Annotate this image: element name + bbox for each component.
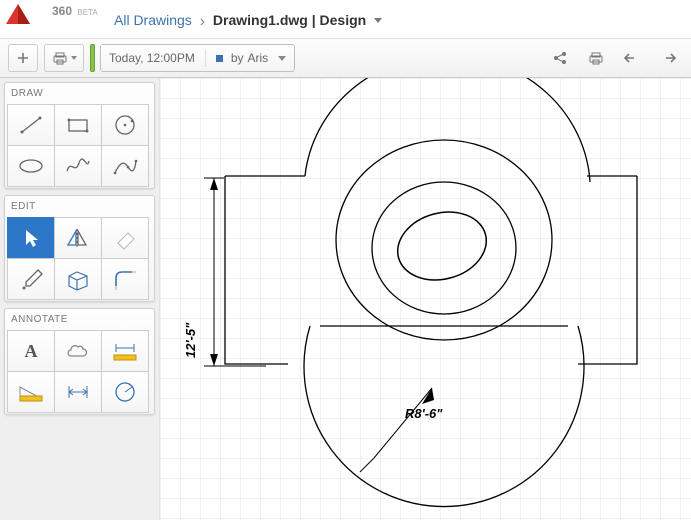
timeline-author-prefix: by <box>231 51 244 65</box>
radial-dimension-tool[interactable] <box>101 371 149 413</box>
eyedropper-icon <box>16 266 46 292</box>
app-logo <box>4 2 42 36</box>
breadcrumb-current: Drawing1.dwg | Design <box>213 12 366 28</box>
linear-dim-icon <box>110 338 140 364</box>
breadcrumb: All Drawings › Drawing1.dwg | Design <box>114 12 382 31</box>
text-icon: A <box>25 341 38 362</box>
select-tool[interactable] <box>7 217 55 259</box>
toolbar: Today, 12:00PM by Aris <box>0 38 691 78</box>
annotate-panel: ANNOTATE A <box>4 308 155 415</box>
user-color-swatch <box>216 55 223 62</box>
vertical-dimension-label: 12'-5" <box>183 323 198 358</box>
cloud-tool[interactable] <box>54 330 102 372</box>
breadcrumb-separator: › <box>200 13 205 30</box>
undo-icon <box>624 51 640 65</box>
add-button[interactable] <box>8 44 38 72</box>
plus-icon <box>16 51 30 65</box>
tool-palette: DRAW EDIT ANNOTATE <box>0 78 160 520</box>
freehand-tool[interactable] <box>54 145 102 187</box>
share-icon <box>552 50 568 66</box>
rectangle-tool[interactable] <box>54 104 102 146</box>
box-select-tool[interactable] <box>54 258 102 300</box>
breadcrumb-dropdown[interactable] <box>370 12 382 28</box>
aligned-dim-icon <box>63 379 93 405</box>
rectangle-icon <box>63 112 93 138</box>
angular-dimension-tool[interactable] <box>7 371 55 413</box>
timeline-pill[interactable]: Today, 12:00PM by Aris <box>100 44 295 72</box>
fillet-icon <box>110 266 140 292</box>
mirror-icon <box>63 225 93 251</box>
brand-beta: BETA <box>77 8 97 17</box>
draw-panel-title: DRAW <box>7 85 152 104</box>
timeline-author: Aris <box>248 51 269 65</box>
line-tool[interactable] <box>7 104 55 146</box>
printer-icon <box>588 51 604 65</box>
timeline-handle[interactable] <box>90 44 95 72</box>
cloud-icon <box>63 338 93 364</box>
drawing-canvas[interactable]: 12'-5" R8'-6" <box>160 78 691 520</box>
share-button[interactable] <box>545 44 575 72</box>
header: 360 BETA All Drawings › Drawing1.dwg | D… <box>0 0 691 38</box>
radius-dimension-label: R8'-6" <box>405 406 442 421</box>
undo-button[interactable] <box>617 44 647 72</box>
caret-down-icon <box>374 18 382 23</box>
aligned-dimension-tool[interactable] <box>54 371 102 413</box>
breadcrumb-root-link[interactable]: All Drawings <box>114 12 192 28</box>
spline-icon <box>110 153 140 179</box>
cursor-icon <box>16 225 46 251</box>
timeline-timestamp: Today, 12:00PM <box>109 51 195 65</box>
caret-down-icon <box>71 56 77 60</box>
print-button[interactable] <box>581 44 611 72</box>
ellipse-icon <box>16 153 46 179</box>
box-3d-icon <box>63 266 93 292</box>
circle-tool[interactable] <box>101 104 149 146</box>
linear-dimension-tool[interactable] <box>101 330 149 372</box>
edit-panel: EDIT <box>4 195 155 302</box>
printer-icon <box>52 51 68 65</box>
edit-panel-title: EDIT <box>7 198 152 217</box>
line-icon <box>16 112 46 138</box>
brand-label: 360 BETA <box>52 4 98 18</box>
spline-tool[interactable] <box>101 145 149 187</box>
text-tool[interactable]: A <box>7 330 55 372</box>
redo-button[interactable] <box>653 44 683 72</box>
angular-dim-icon <box>16 379 46 405</box>
annotate-panel-title: ANNOTATE <box>7 311 152 330</box>
mirror-tool[interactable] <box>54 217 102 259</box>
caret-down-icon <box>278 56 286 61</box>
draw-panel: DRAW <box>4 82 155 189</box>
erase-tool[interactable] <box>101 217 149 259</box>
eraser-icon <box>110 225 140 251</box>
main: DRAW EDIT ANNOTATE <box>0 78 691 520</box>
redo-icon <box>660 51 676 65</box>
brand-main: 360 <box>52 4 72 18</box>
ellipse-tool[interactable] <box>7 145 55 187</box>
squiggle-icon <box>63 153 93 179</box>
drawing-content <box>160 78 691 520</box>
fillet-tool[interactable] <box>101 258 149 300</box>
eyedropper-tool[interactable] <box>7 258 55 300</box>
circle-icon <box>110 112 140 138</box>
radial-dim-icon <box>110 379 140 405</box>
print-dropdown-button[interactable] <box>44 44 84 72</box>
